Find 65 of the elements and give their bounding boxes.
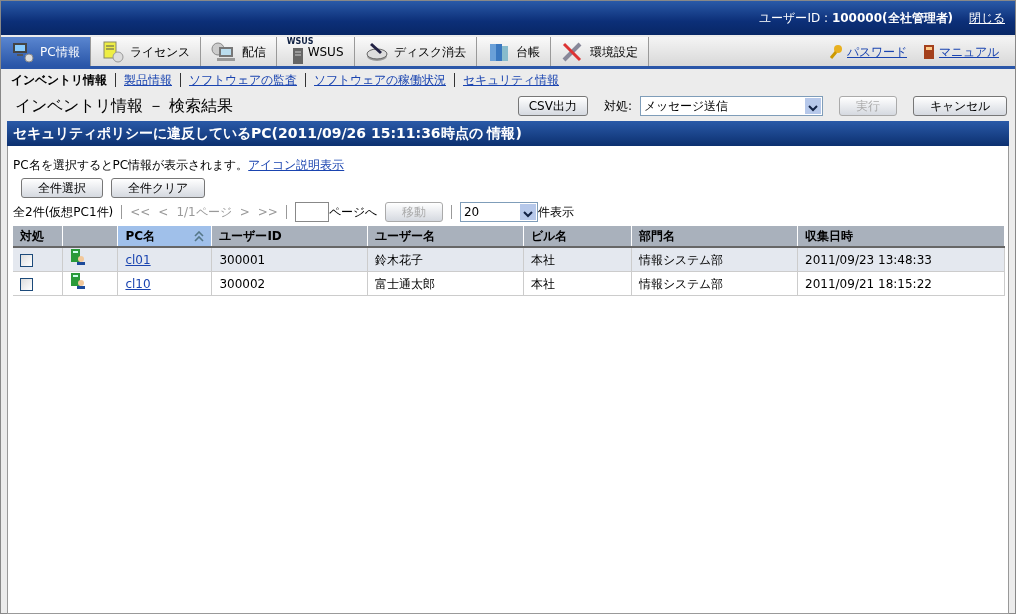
pc-user-icon <box>70 273 87 289</box>
disk-icon <box>364 40 389 63</box>
column-header[interactable]: 部門名 <box>631 226 798 247</box>
pc-name-link[interactable]: cl01 <box>125 252 151 267</box>
table-cell: 富士通太郎 <box>367 271 524 296</box>
pager-page: 1/1ページ <box>176 204 232 221</box>
nav-tab[interactable]: WSUS WSUS <box>276 37 355 66</box>
column-header[interactable]: ビル名 <box>523 226 632 247</box>
column-header[interactable]: 収集日時 <box>797 226 1005 247</box>
table-cell: 2011/09/21 18:15:22 <box>797 271 1005 296</box>
checkbox[interactable] <box>20 253 33 267</box>
nav-tab[interactable]: PC情報 <box>1 37 91 66</box>
per-page-select[interactable]: 20 <box>459 202 538 222</box>
result-count: 全2件(仮想PC1件) <box>13 204 114 221</box>
checkbox[interactable] <box>20 277 33 291</box>
user-label: ユーザーID : 100000(全社管理者) <box>759 10 953 27</box>
subnav-link[interactable]: セキュリティ情報 <box>463 71 559 89</box>
action-button[interactable]: キャンセル <box>913 96 1007 116</box>
select-button[interactable]: 全件選択 <box>21 178 103 198</box>
nav-tab[interactable]: ライセンス <box>90 37 201 66</box>
subnav-link[interactable]: ソフトウェアの監査 <box>189 71 297 89</box>
page-title: インベントリ情報 － 検索結果 <box>14 95 234 117</box>
csv-button[interactable]: CSV出力 <box>517 96 588 116</box>
nav-tab[interactable]: 配信 <box>200 37 277 66</box>
dropdown-icon <box>805 98 821 114</box>
icon-caption: WSUS <box>286 36 314 46</box>
icon-legend-link[interactable]: アイコン説明表示 <box>248 158 345 172</box>
per-page-label: 件表示 <box>537 204 574 221</box>
table-cell: 本社 <box>523 247 632 272</box>
logout-link[interactable]: 閉じる <box>969 9 1005 27</box>
book-icon <box>923 43 935 60</box>
monitor-icon <box>11 40 35 63</box>
jump-label: ページへ <box>328 204 377 221</box>
pc-user-icon <box>70 249 87 265</box>
column-header[interactable]: 対処 <box>13 226 63 247</box>
action-label: 対処: <box>603 98 632 115</box>
hint-text: PC名を選択するとPC情報が表示されます。 <box>13 158 249 172</box>
table-cell: 300002 <box>211 271 368 296</box>
server-icon <box>292 47 303 64</box>
table-cell: 情報システム部 <box>631 271 798 296</box>
table-cell: 300001 <box>211 247 368 272</box>
nav-tab[interactable]: 台帳 <box>476 37 551 66</box>
pc-name-link[interactable]: cl10 <box>125 276 151 291</box>
column-header[interactable]: ユーザーID <box>211 226 368 247</box>
section-title: セキュリティポリシーに違反しているPC(2011/09/26 15:11:36時点の 情報) <box>7 121 1009 146</box>
key-icon <box>829 43 843 60</box>
computer-icon <box>210 40 237 63</box>
header-link[interactable]: マニュアル <box>939 42 999 61</box>
select-button[interactable]: 全件クリア <box>111 178 205 198</box>
table-cell: 2011/09/23 13:48:33 <box>797 247 1005 272</box>
subnav-link[interactable]: 製品情報 <box>124 71 172 89</box>
header-link[interactable]: パスワード <box>847 42 907 61</box>
table-cell: 鈴木花子 <box>367 247 524 272</box>
subnav-link[interactable]: ソフトウェアの稼働状況 <box>314 71 446 89</box>
column-header[interactable]: ユーザー名 <box>367 226 524 247</box>
table-cell: 情報システム部 <box>631 247 798 272</box>
license-icon <box>100 40 125 63</box>
page-input[interactable] <box>294 202 329 222</box>
action-select[interactable]: メッセージ送信 <box>640 96 823 116</box>
dropdown-icon <box>519 204 536 220</box>
column-header[interactable]: PC名 <box>117 226 212 247</box>
nav-tab[interactable]: 環境設定 <box>550 37 649 66</box>
nav-tab[interactable]: ディスク消去 <box>354 37 477 66</box>
subnav-link[interactable]: インベントリ情報 <box>11 71 107 89</box>
table-cell: 本社 <box>523 271 632 296</box>
